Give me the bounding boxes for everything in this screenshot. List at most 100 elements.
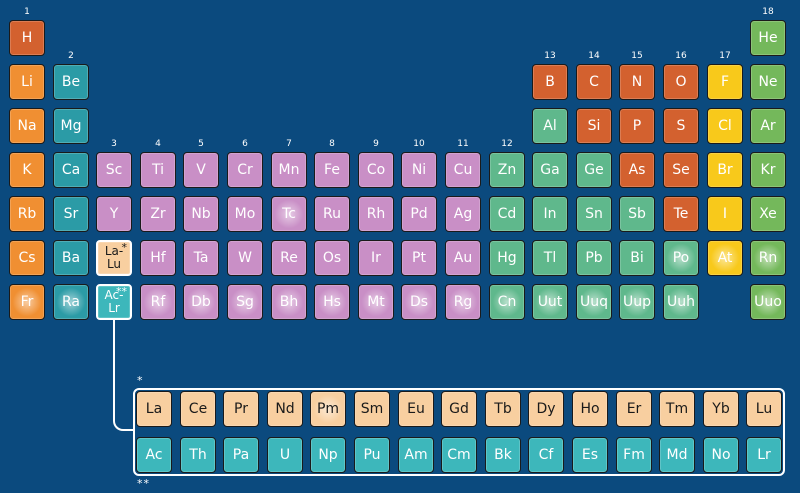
element-pb[interactable]: Pb (576, 240, 612, 276)
lanthanide-sm[interactable]: Sm (354, 391, 390, 427)
element-cs[interactable]: Cs (9, 240, 45, 276)
actinide-u[interactable]: U (267, 437, 303, 473)
lanthanide-la[interactable]: La (136, 391, 172, 427)
element-c[interactable]: C (576, 64, 612, 100)
element-ag[interactable]: Ag (445, 196, 481, 232)
element-mt[interactable]: Mt (358, 284, 394, 320)
element-ac[interactable]: Ac- Lr ** (96, 284, 132, 320)
element-rn[interactable]: Rn (750, 240, 786, 276)
element-f[interactable]: F (707, 64, 743, 100)
element-h[interactable]: H (9, 20, 45, 56)
element-ds[interactable]: Ds (401, 284, 437, 320)
element-os[interactable]: Os (314, 240, 350, 276)
element-kr[interactable]: Kr (750, 152, 786, 188)
element-ti[interactable]: Ti (140, 152, 176, 188)
element-bi[interactable]: Bi (619, 240, 655, 276)
element-ni[interactable]: Ni (401, 152, 437, 188)
element-ar[interactable]: Ar (750, 108, 786, 144)
element-mo[interactable]: Mo (227, 196, 263, 232)
lanthanide-er[interactable]: Er (616, 391, 652, 427)
element-uup[interactable]: Uup (619, 284, 655, 320)
actinide-cm[interactable]: Cm (441, 437, 477, 473)
element-rh[interactable]: Rh (358, 196, 394, 232)
lanthanide-tm[interactable]: Tm (659, 391, 695, 427)
element-fe[interactable]: Fe (314, 152, 350, 188)
actinide-cf[interactable]: Cf (528, 437, 564, 473)
element-re[interactable]: Re (271, 240, 307, 276)
element-mn[interactable]: Mn (271, 152, 307, 188)
element-pt[interactable]: Pt (401, 240, 437, 276)
lanthanide-ho[interactable]: Ho (572, 391, 608, 427)
lanthanide-pm[interactable]: Pm (310, 391, 346, 427)
actinide-np[interactable]: Np (310, 437, 346, 473)
element-cu[interactable]: Cu (445, 152, 481, 188)
element-ca[interactable]: Ca (53, 152, 89, 188)
element-la[interactable]: La- Lu * (96, 240, 132, 276)
element-be[interactable]: Be (53, 64, 89, 100)
element-cd[interactable]: Cd (489, 196, 525, 232)
lanthanide-nd[interactable]: Nd (267, 391, 303, 427)
element-sc[interactable]: Sc (96, 152, 132, 188)
element-b[interactable]: B (532, 64, 568, 100)
element-in[interactable]: In (532, 196, 568, 232)
element-zr[interactable]: Zr (140, 196, 176, 232)
element-at[interactable]: At (707, 240, 743, 276)
element-na[interactable]: Na (9, 108, 45, 144)
element-bh[interactable]: Bh (271, 284, 307, 320)
actinide-pa[interactable]: Pa (223, 437, 259, 473)
element-hf[interactable]: Hf (140, 240, 176, 276)
element-n[interactable]: N (619, 64, 655, 100)
actinide-ac[interactable]: Ac (136, 437, 172, 473)
element-v[interactable]: V (183, 152, 219, 188)
element-rb[interactable]: Rb (9, 196, 45, 232)
lanthanide-pr[interactable]: Pr (223, 391, 259, 427)
actinide-no[interactable]: No (703, 437, 739, 473)
element-sb[interactable]: Sb (619, 196, 655, 232)
actinide-pu[interactable]: Pu (354, 437, 390, 473)
element-hs[interactable]: Hs (314, 284, 350, 320)
element-se[interactable]: Se (663, 152, 699, 188)
element-uut[interactable]: Uut (532, 284, 568, 320)
element-cr[interactable]: Cr (227, 152, 263, 188)
element-cl[interactable]: Cl (707, 108, 743, 144)
element-y[interactable]: Y (96, 196, 132, 232)
lanthanide-lu[interactable]: Lu (746, 391, 782, 427)
element-k[interactable]: K (9, 152, 45, 188)
element-pd[interactable]: Pd (401, 196, 437, 232)
actinide-bk[interactable]: Bk (485, 437, 521, 473)
element-br[interactable]: Br (707, 152, 743, 188)
element-s[interactable]: S (663, 108, 699, 144)
element-uuo[interactable]: Uuo (750, 284, 786, 320)
element-i[interactable]: I (707, 196, 743, 232)
element-rf[interactable]: Rf (140, 284, 176, 320)
element-nb[interactable]: Nb (183, 196, 219, 232)
element-si[interactable]: Si (576, 108, 612, 144)
actinide-am[interactable]: Am (398, 437, 434, 473)
actinide-es[interactable]: Es (572, 437, 608, 473)
element-cn[interactable]: Cn (489, 284, 525, 320)
actinide-md[interactable]: Md (659, 437, 695, 473)
element-tl[interactable]: Tl (532, 240, 568, 276)
element-ru[interactable]: Ru (314, 196, 350, 232)
element-uuh[interactable]: Uuh (663, 284, 699, 320)
element-ga[interactable]: Ga (532, 152, 568, 188)
element-p[interactable]: P (619, 108, 655, 144)
lanthanide-ce[interactable]: Ce (180, 391, 216, 427)
element-zn[interactable]: Zn (489, 152, 525, 188)
lanthanide-tb[interactable]: Tb (485, 391, 521, 427)
element-li[interactable]: Li (9, 64, 45, 100)
element-ge[interactable]: Ge (576, 152, 612, 188)
element-te[interactable]: Te (663, 196, 699, 232)
lanthanide-yb[interactable]: Yb (703, 391, 739, 427)
element-au[interactable]: Au (445, 240, 481, 276)
element-uuq[interactable]: Uuq (576, 284, 612, 320)
element-ne[interactable]: Ne (750, 64, 786, 100)
element-ir[interactable]: Ir (358, 240, 394, 276)
element-sr[interactable]: Sr (53, 196, 89, 232)
element-tc[interactable]: Tc (271, 196, 307, 232)
lanthanide-dy[interactable]: Dy (528, 391, 564, 427)
element-as[interactable]: As (619, 152, 655, 188)
actinide-th[interactable]: Th (180, 437, 216, 473)
element-xe[interactable]: Xe (750, 196, 786, 232)
element-rg[interactable]: Rg (445, 284, 481, 320)
